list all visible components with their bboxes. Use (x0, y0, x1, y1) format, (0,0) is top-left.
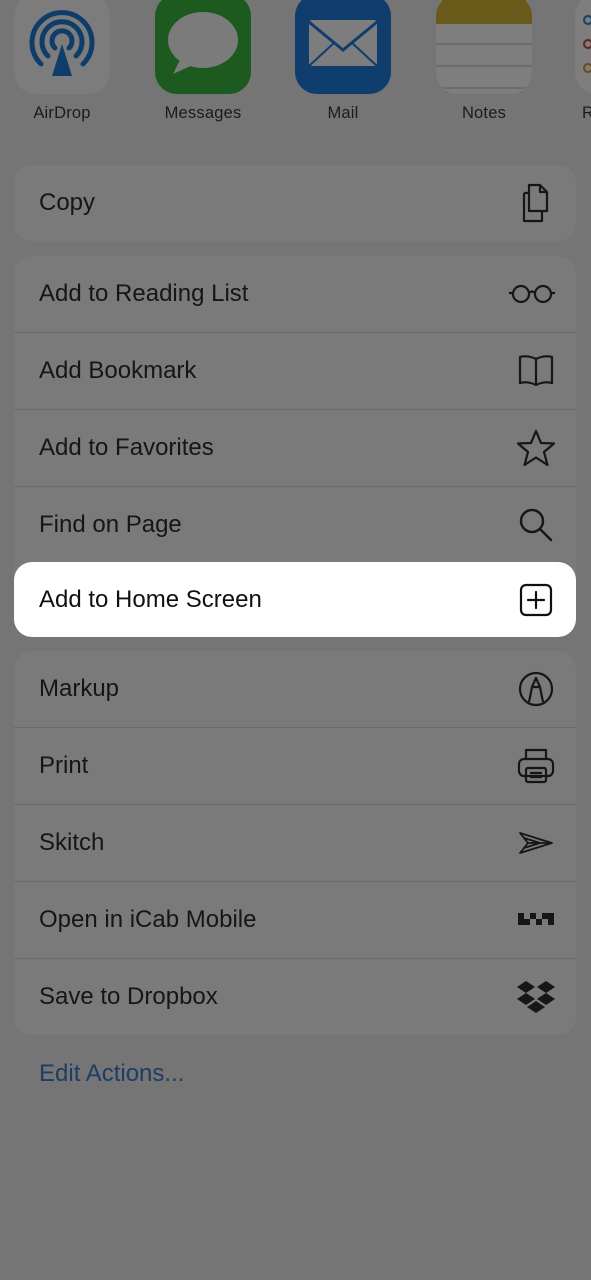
action-label: Add Bookmark (39, 357, 197, 384)
reminders-icon (575, 0, 591, 94)
glasses-icon (508, 274, 556, 314)
action-open-icab[interactable]: Open in iCab Mobile (14, 882, 576, 959)
action-label: Add to Favorites (39, 434, 214, 461)
action-skitch[interactable]: Skitch (14, 805, 576, 882)
action-markup[interactable]: Markup (14, 651, 576, 728)
markup-icon (516, 669, 556, 709)
skitch-icon (516, 823, 556, 863)
action-label: Markup (39, 675, 120, 702)
action-find-on-page[interactable]: Find on Page (14, 487, 576, 563)
action-print[interactable]: Print (14, 728, 576, 805)
action-label: Add to Reading List (39, 280, 249, 307)
icab-icon (516, 900, 556, 940)
search-icon (516, 505, 556, 545)
action-save-dropbox[interactable]: Save to Dropbox (14, 959, 576, 1035)
action-add-bookmark[interactable]: Add Bookmark (14, 333, 576, 410)
action-label: Copy (39, 189, 96, 216)
action-group-copy: Copy (14, 165, 576, 241)
action-copy[interactable]: Copy (14, 165, 576, 241)
action-label: Save to Dropbox (39, 983, 218, 1010)
copy-icon (516, 183, 556, 223)
action-add-to-home-screen[interactable]: Add to Home Screen (14, 562, 576, 637)
edit-actions-link[interactable]: Edit Actions... (39, 1060, 184, 1088)
app-label-mail: Mail (327, 104, 359, 122)
action-add-favorites[interactable]: Add to Favorites (14, 410, 576, 487)
book-icon (516, 351, 556, 391)
app-label-messages: Messages (164, 104, 242, 122)
action-label: Skitch (39, 829, 105, 856)
app-label-notes: Notes (461, 104, 507, 122)
share-apps-row: AirDrop Messages Mail Notes R (0, 0, 591, 130)
dropbox-icon (516, 977, 556, 1017)
star-icon (516, 428, 556, 468)
action-label: Find on Page (39, 511, 182, 538)
action-label: Print (39, 752, 89, 779)
mail-icon (295, 0, 391, 94)
action-label: Add to Home Screen (39, 586, 262, 613)
messages-icon (155, 0, 251, 94)
plus-square-icon (516, 580, 556, 620)
printer-icon (516, 746, 556, 786)
app-label-reminders: R (582, 104, 591, 122)
app-label-airdrop: AirDrop (33, 104, 91, 122)
airdrop-icon (14, 0, 110, 94)
action-group-extensions: Markup Print Skitch Open in iCab Mobile … (14, 651, 576, 1035)
notes-icon (436, 0, 532, 94)
action-label: Open in iCab Mobile (39, 906, 257, 933)
share-app-reminders[interactable]: R (565, 0, 591, 130)
action-add-reading-list[interactable]: Add to Reading List (14, 256, 576, 333)
